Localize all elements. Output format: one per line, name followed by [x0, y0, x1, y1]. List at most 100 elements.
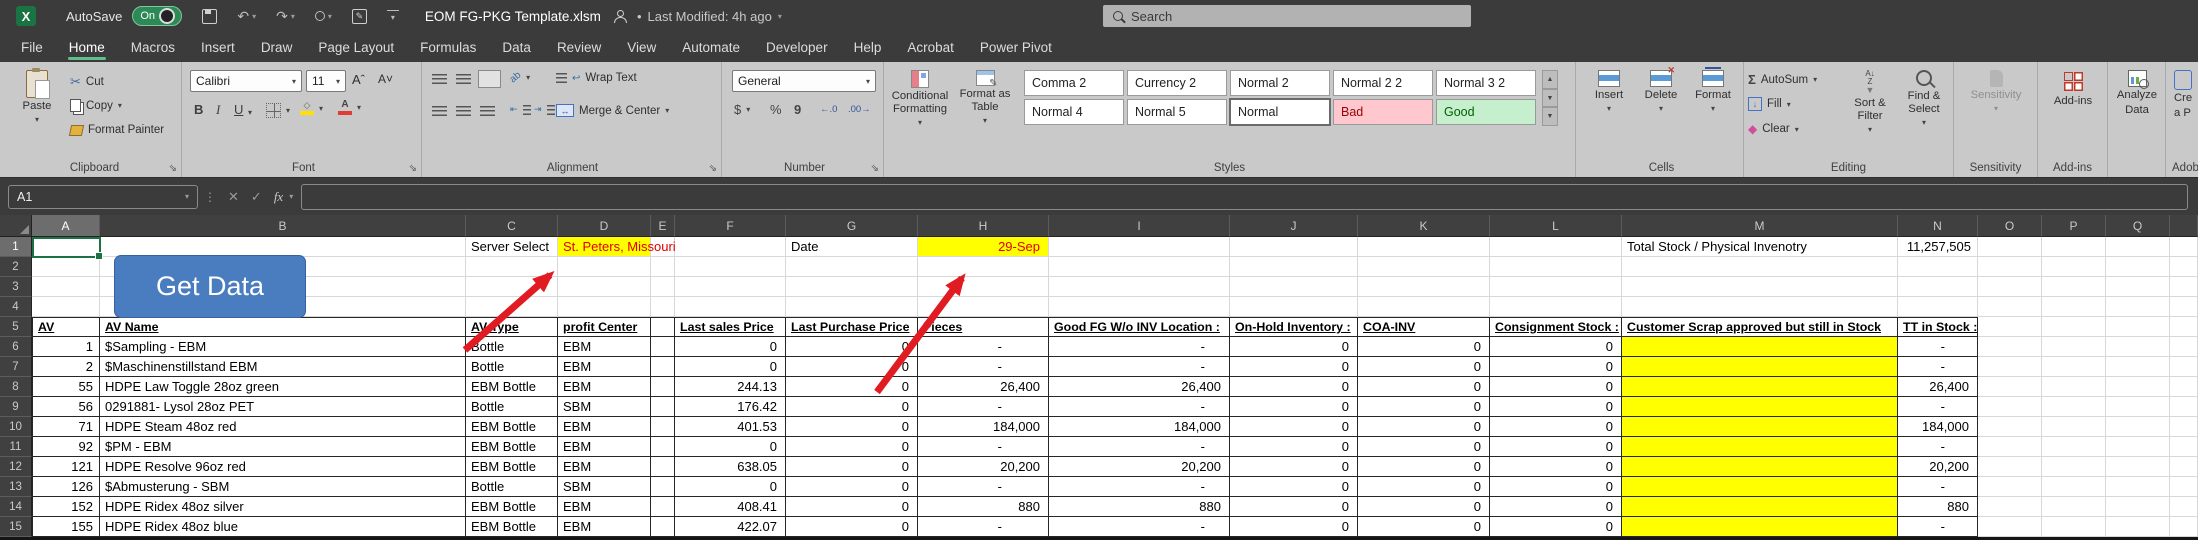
- cell-I2[interactable]: [1049, 257, 1230, 277]
- menu-tab-home[interactable]: Home: [56, 32, 118, 62]
- cell-x11[interactable]: [2170, 437, 2198, 457]
- cell-I8[interactable]: 26,400: [1049, 377, 1230, 397]
- wrap-text-button[interactable]: ↩ Wrap Text: [556, 72, 637, 84]
- italic-button[interactable]: I: [216, 102, 220, 118]
- cell-J12[interactable]: 0: [1230, 457, 1358, 477]
- select-all-corner[interactable]: [0, 215, 32, 237]
- cell-J5[interactable]: On-Hold Inventory :: [1230, 317, 1358, 337]
- cell-B11[interactable]: $PM - EBM: [100, 437, 466, 457]
- cell-G5[interactable]: Last Purchase Price: [786, 317, 918, 337]
- cell-L1[interactable]: [1490, 237, 1622, 257]
- cell-M12[interactable]: [1622, 457, 1898, 477]
- cell-F7[interactable]: 0: [675, 357, 786, 377]
- column-header-D[interactable]: D: [558, 215, 651, 237]
- cell-E11[interactable]: [651, 437, 675, 457]
- cell-E14[interactable]: [651, 497, 675, 517]
- cell-M9[interactable]: [1622, 397, 1898, 417]
- row-header-6[interactable]: 6: [0, 337, 32, 357]
- cell-N4[interactable]: [1898, 297, 1978, 317]
- cell-O11[interactable]: [1978, 437, 2042, 457]
- cell-F5[interactable]: Last sales Price: [675, 317, 786, 337]
- cell-H5[interactable]: Pieces: [918, 317, 1049, 337]
- cell-M11[interactable]: [1622, 437, 1898, 457]
- cell-M5[interactable]: Customer Scrap approved but still in Sto…: [1622, 317, 1898, 337]
- paste-button[interactable]: Paste▾: [14, 70, 60, 124]
- cell-E7[interactable]: [651, 357, 675, 377]
- cell-M10[interactable]: [1622, 417, 1898, 437]
- style-normal-2-2[interactable]: Normal 2 2: [1333, 70, 1433, 96]
- cell-C10[interactable]: EBM Bottle: [466, 417, 558, 437]
- cell-B10[interactable]: HDPE Steam 48oz red: [100, 417, 466, 437]
- cell-A2[interactable]: [32, 257, 100, 277]
- cell-K2[interactable]: [1358, 257, 1490, 277]
- cell-L9[interactable]: 0: [1490, 397, 1622, 417]
- cell-I3[interactable]: [1049, 277, 1230, 297]
- save-button[interactable]: [202, 9, 217, 24]
- menu-tab-formulas[interactable]: Formulas: [407, 32, 489, 62]
- bold-button[interactable]: B: [194, 102, 203, 117]
- cell-P7[interactable]: [2042, 357, 2106, 377]
- cell-J13[interactable]: 0: [1230, 477, 1358, 497]
- cell-G7[interactable]: 0: [786, 357, 918, 377]
- cell-F6[interactable]: 0: [675, 337, 786, 357]
- menu-tab-acrobat[interactable]: Acrobat: [894, 32, 967, 62]
- column-header-Q[interactable]: Q: [2106, 215, 2170, 237]
- row-header-13[interactable]: 13: [0, 477, 32, 497]
- increase-font-button[interactable]: Aˆ: [352, 72, 365, 87]
- cell-L11[interactable]: 0: [1490, 437, 1622, 457]
- cell-M13[interactable]: [1622, 477, 1898, 497]
- insert-cells-button[interactable]: Insert▾: [1586, 70, 1632, 113]
- cell-I1[interactable]: [1049, 237, 1230, 257]
- cell-C7[interactable]: Bottle: [466, 357, 558, 377]
- cell-E10[interactable]: [651, 417, 675, 437]
- cell-P12[interactable]: [2042, 457, 2106, 477]
- cell-L7[interactable]: 0: [1490, 357, 1622, 377]
- menu-tab-review[interactable]: Review: [544, 32, 614, 62]
- column-header-B[interactable]: B: [100, 215, 466, 237]
- cell-A7[interactable]: 2: [32, 357, 100, 377]
- cell-K10[interactable]: 0: [1358, 417, 1490, 437]
- cell-B6[interactable]: $Sampling - EBM: [100, 337, 466, 357]
- cell-L3[interactable]: [1490, 277, 1622, 297]
- cell-D14[interactable]: EBM: [558, 497, 651, 517]
- cell-H7[interactable]: -: [918, 357, 1049, 377]
- cell-Q7[interactable]: [2106, 357, 2170, 377]
- addins-button[interactable]: Add-ins: [2044, 70, 2102, 108]
- cell-N8[interactable]: 26,400: [1898, 377, 1978, 397]
- cell-A13[interactable]: 126: [32, 477, 100, 497]
- share-person-icon[interactable]: [613, 10, 627, 23]
- cell-Q1[interactable]: [2106, 237, 2170, 257]
- cell-L13[interactable]: 0: [1490, 477, 1622, 497]
- cell-P5[interactable]: [2042, 317, 2106, 337]
- enter-button[interactable]: ✓: [251, 189, 262, 205]
- cell-M1[interactable]: Total Stock / Physical Invenotry: [1622, 237, 1898, 257]
- cell-F13[interactable]: 0: [675, 477, 786, 497]
- cell-P2[interactable]: [2042, 257, 2106, 277]
- style-normal-2[interactable]: Normal 2: [1230, 70, 1330, 96]
- cell-B15[interactable]: HDPE Ridex 48oz blue: [100, 517, 466, 537]
- cell-O4[interactable]: [1978, 297, 2042, 317]
- cell-A15[interactable]: 155: [32, 517, 100, 537]
- cell-N14[interactable]: 880: [1898, 497, 1978, 517]
- menu-tab-automate[interactable]: Automate: [669, 32, 753, 62]
- cell-D6[interactable]: EBM: [558, 337, 651, 357]
- alignment-dialog-launcher[interactable]: ⇘: [709, 164, 717, 174]
- redo-button[interactable]: ↷▾: [276, 8, 295, 25]
- cell-G4[interactable]: [786, 297, 918, 317]
- align-top-button[interactable]: [432, 74, 447, 84]
- cancel-button[interactable]: ✕: [228, 189, 239, 205]
- format-cells-button[interactable]: Format▾: [1690, 70, 1736, 113]
- cell-K12[interactable]: 0: [1358, 457, 1490, 477]
- cell-F11[interactable]: 0: [675, 437, 786, 457]
- row-header-7[interactable]: 7: [0, 357, 32, 377]
- cell-L6[interactable]: 0: [1490, 337, 1622, 357]
- row-header-8[interactable]: 8: [0, 377, 32, 397]
- gallery-more-button[interactable]: ▼: [1542, 107, 1558, 126]
- cell-x10[interactable]: [2170, 417, 2198, 437]
- cell-G12[interactable]: 0: [786, 457, 918, 477]
- cell-G14[interactable]: 0: [786, 497, 918, 517]
- cell-x4[interactable]: [2170, 297, 2198, 317]
- cell-A12[interactable]: 121: [32, 457, 100, 477]
- cell-E4[interactable]: [651, 297, 675, 317]
- cell-G6[interactable]: 0: [786, 337, 918, 357]
